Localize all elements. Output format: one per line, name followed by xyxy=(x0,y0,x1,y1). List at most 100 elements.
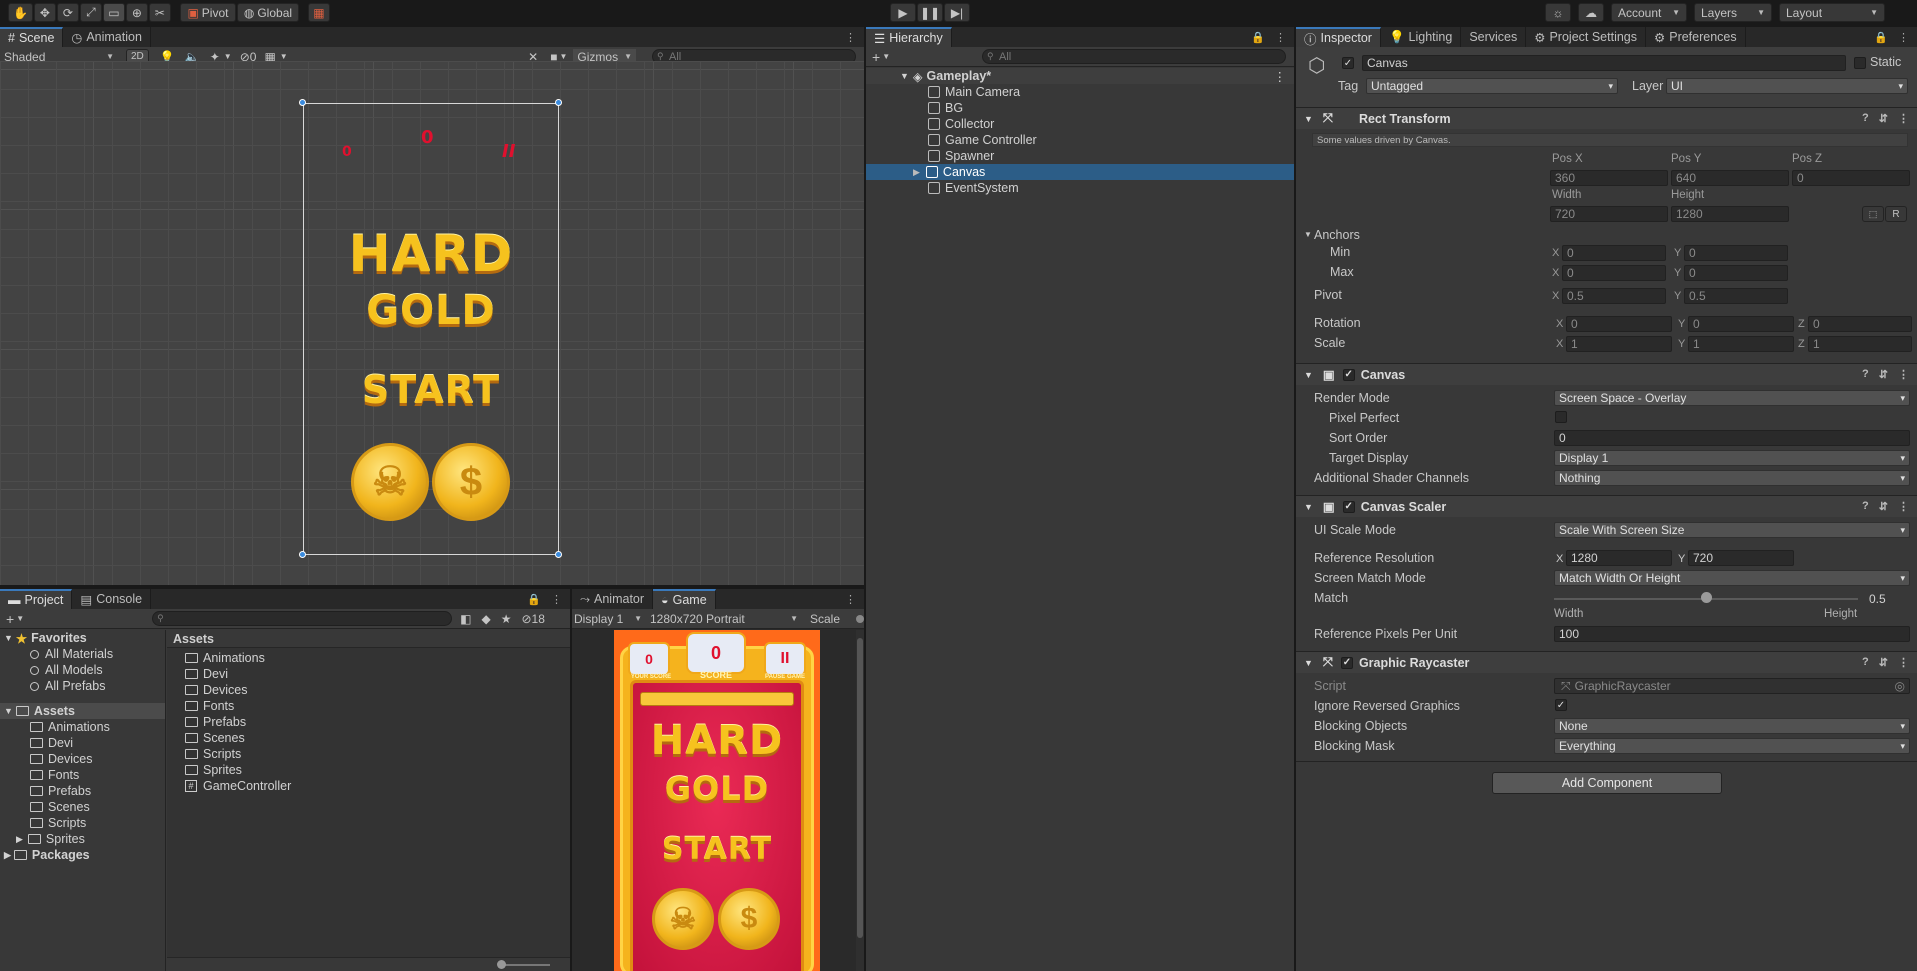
script-field[interactable]: ⤧ GraphicRaycaster ◎ xyxy=(1554,678,1910,694)
sort-order-field[interactable]: 0 xyxy=(1554,430,1910,446)
add-icon[interactable]: + xyxy=(872,49,880,65)
scene-viewport[interactable]: 0 0 II HARD GOLD START ☠ $ xyxy=(0,61,864,585)
pause-button[interactable]: ❚❚ xyxy=(917,3,943,22)
scale-x-field[interactable]: 1 xyxy=(1566,336,1672,352)
asset-folder-item[interactable]: Devi xyxy=(0,735,165,751)
rotate-tool-icon[interactable]: ⟳ xyxy=(56,3,79,22)
target-display-dropdown[interactable]: Display 1 xyxy=(1554,450,1910,466)
chevron-down-icon[interactable]: ▼ xyxy=(16,614,24,623)
zoom-slider-thumb[interactable] xyxy=(497,960,506,969)
display-dropdown[interactable]: Display 1 ▼ xyxy=(572,612,646,626)
blueprint-mode-button[interactable]: ⬚ xyxy=(1862,206,1884,222)
account-dropdown[interactable]: Account ▼ xyxy=(1611,3,1687,22)
asset-folder-item[interactable]: Devices xyxy=(0,751,165,767)
rotation-z-field[interactable]: 0 xyxy=(1808,316,1912,332)
assets-root-row[interactable]: ▼ Assets xyxy=(0,703,165,719)
lock-icon[interactable]: 🔒 xyxy=(1874,31,1888,44)
hierarchy-item-canvas[interactable]: ▶ Canvas xyxy=(866,164,1294,180)
posz-field[interactable]: 0 xyxy=(1792,170,1910,186)
object-picker-icon[interactable]: ◎ xyxy=(1895,679,1905,693)
ignore-reversed-checkbox[interactable]: ✓ xyxy=(1555,699,1567,711)
game-scrollbar[interactable] xyxy=(856,630,864,971)
raw-edit-button[interactable]: R xyxy=(1885,206,1907,222)
anchor-max-y-field[interactable]: 0 xyxy=(1684,265,1788,281)
more-options-icon[interactable]: ⋮ xyxy=(1898,656,1909,669)
layers-dropdown[interactable]: Layers ▼ xyxy=(1694,3,1772,22)
reference-ppu-field[interactable]: 100 xyxy=(1554,626,1910,642)
asset-folder-item[interactable]: Scripts xyxy=(0,815,165,831)
game-render-view[interactable]: 0 0 II YOUR SCORE SCORE PAUSE GAME HARD … xyxy=(614,630,820,971)
asset-list-item[interactable]: Devi xyxy=(167,666,570,682)
tab-console[interactable]: ▤ Console xyxy=(72,589,152,609)
more-options-icon[interactable]: ⋮ xyxy=(845,31,856,44)
cloud-icon[interactable]: ☁ xyxy=(1578,3,1604,22)
chevron-down-icon[interactable]: ▼ xyxy=(1304,230,1312,239)
asset-list-item[interactable]: Prefabs xyxy=(167,714,570,730)
render-mode-dropdown[interactable]: Screen Space - Overlay xyxy=(1554,390,1910,406)
help-icon[interactable]: ? xyxy=(1862,656,1869,669)
scene-root-row[interactable]: ▼ ◈ Gameplay* ⋮ xyxy=(866,68,1294,84)
add-icon[interactable]: + xyxy=(6,611,14,627)
active-checkbox[interactable]: ✓ xyxy=(1342,57,1354,69)
chevron-down-icon[interactable]: ▼ xyxy=(224,52,232,61)
help-icon[interactable]: ? xyxy=(1862,368,1869,381)
chevron-down-icon[interactable]: ▼ xyxy=(882,52,890,61)
tab-lighting[interactable]: 💡 Lighting xyxy=(1381,27,1462,47)
pixel-perfect-checkbox[interactable] xyxy=(1555,411,1567,423)
filter-type-icon[interactable]: ◧ xyxy=(460,612,471,626)
pivot-y-field[interactable]: 0.5 xyxy=(1684,288,1788,304)
play-button[interactable]: ▶ xyxy=(890,3,916,22)
asset-list-item[interactable]: Fonts xyxy=(167,698,570,714)
tab-animation[interactable]: ◷ Animation xyxy=(63,27,151,47)
tab-scene[interactable]: # Scene xyxy=(0,27,64,47)
collab-icon[interactable]: ☼ xyxy=(1545,3,1571,22)
preset-icon[interactable]: ⇵ xyxy=(1879,656,1888,669)
chevron-right-icon[interactable]: ▶ xyxy=(4,850,11,861)
rect-handle[interactable] xyxy=(555,99,562,106)
more-options-icon[interactable]: ⋮ xyxy=(845,593,856,606)
match-value-field[interactable]: 0.5 xyxy=(1864,591,1910,607)
shader-channels-dropdown[interactable]: Nothing xyxy=(1554,470,1910,486)
match-slider-thumb[interactable] xyxy=(1701,592,1712,603)
hierarchy-item-main-camera[interactable]: Main Camera xyxy=(866,84,1294,100)
chevron-down-icon[interactable]: ▼ xyxy=(559,52,567,61)
tab-project[interactable]: ▬ Project xyxy=(0,589,73,609)
component-enabled-checkbox[interactable]: ✓ xyxy=(1342,368,1355,381)
screen-match-mode-dropdown[interactable]: Match Width Or Height xyxy=(1554,570,1910,586)
more-options-icon[interactable]: ⋮ xyxy=(551,593,562,606)
more-options-icon[interactable]: ⋮ xyxy=(1274,69,1287,84)
resolution-dropdown[interactable]: 1280x720 Portrait ▼ xyxy=(646,612,802,626)
scrollbar-thumb[interactable] xyxy=(857,638,863,938)
tab-services[interactable]: Services xyxy=(1461,27,1527,47)
asset-list-item[interactable]: # GameController xyxy=(167,778,570,794)
anchor-min-x-field[interactable]: 0 xyxy=(1562,245,1666,261)
rect-handle[interactable] xyxy=(299,551,306,558)
hierarchy-item-bg[interactable]: BG xyxy=(866,100,1294,116)
scale-tool-icon[interactable]: ⤢ xyxy=(79,3,102,22)
asset-list-item[interactable]: Devices xyxy=(167,682,570,698)
rect-handle[interactable] xyxy=(555,551,562,558)
ui-scale-mode-dropdown[interactable]: Scale With Screen Size xyxy=(1554,522,1910,538)
asset-list-item[interactable]: Scripts xyxy=(167,746,570,762)
asset-list-item[interactable]: Animations xyxy=(167,650,570,666)
move-tool-icon[interactable]: ✥ xyxy=(33,3,56,22)
hierarchy-item-collector[interactable]: Collector xyxy=(866,116,1294,132)
tab-inspector[interactable]: ⓘ Inspector xyxy=(1296,27,1381,47)
global-toggle[interactable]: ◍ Global xyxy=(236,3,299,22)
blocking-objects-dropdown[interactable]: None xyxy=(1554,718,1910,734)
scale-z-field[interactable]: 1 xyxy=(1808,336,1912,352)
scale-slider-thumb[interactable] xyxy=(856,614,864,623)
chevron-right-icon[interactable]: ▶ xyxy=(16,834,23,845)
hierarchy-item-eventsystem[interactable]: EventSystem xyxy=(866,180,1294,196)
asset-folder-item[interactable]: ▶ Sprites xyxy=(0,831,165,847)
tab-project-settings[interactable]: ⚙ Project Settings xyxy=(1526,27,1647,47)
anchor-max-x-field[interactable]: 0 xyxy=(1562,265,1666,281)
canvas-scaler-header[interactable]: ▼ ▣ ✓ Canvas Scaler ? ⇵ ⋮ xyxy=(1296,495,1917,517)
project-search-input[interactable]: ⚲ xyxy=(152,611,453,626)
more-options-icon[interactable]: ⋮ xyxy=(1898,500,1909,513)
favorite-item[interactable]: All Models xyxy=(0,662,165,678)
posy-field[interactable]: 640 xyxy=(1671,170,1789,186)
graphic-raycaster-header[interactable]: ▼ ⤧ ✓ Graphic Raycaster ? ⇵ ⋮ xyxy=(1296,651,1917,673)
transform-tool-icon[interactable]: ⊕ xyxy=(125,3,148,22)
asset-list-item[interactable]: Scenes xyxy=(167,730,570,746)
